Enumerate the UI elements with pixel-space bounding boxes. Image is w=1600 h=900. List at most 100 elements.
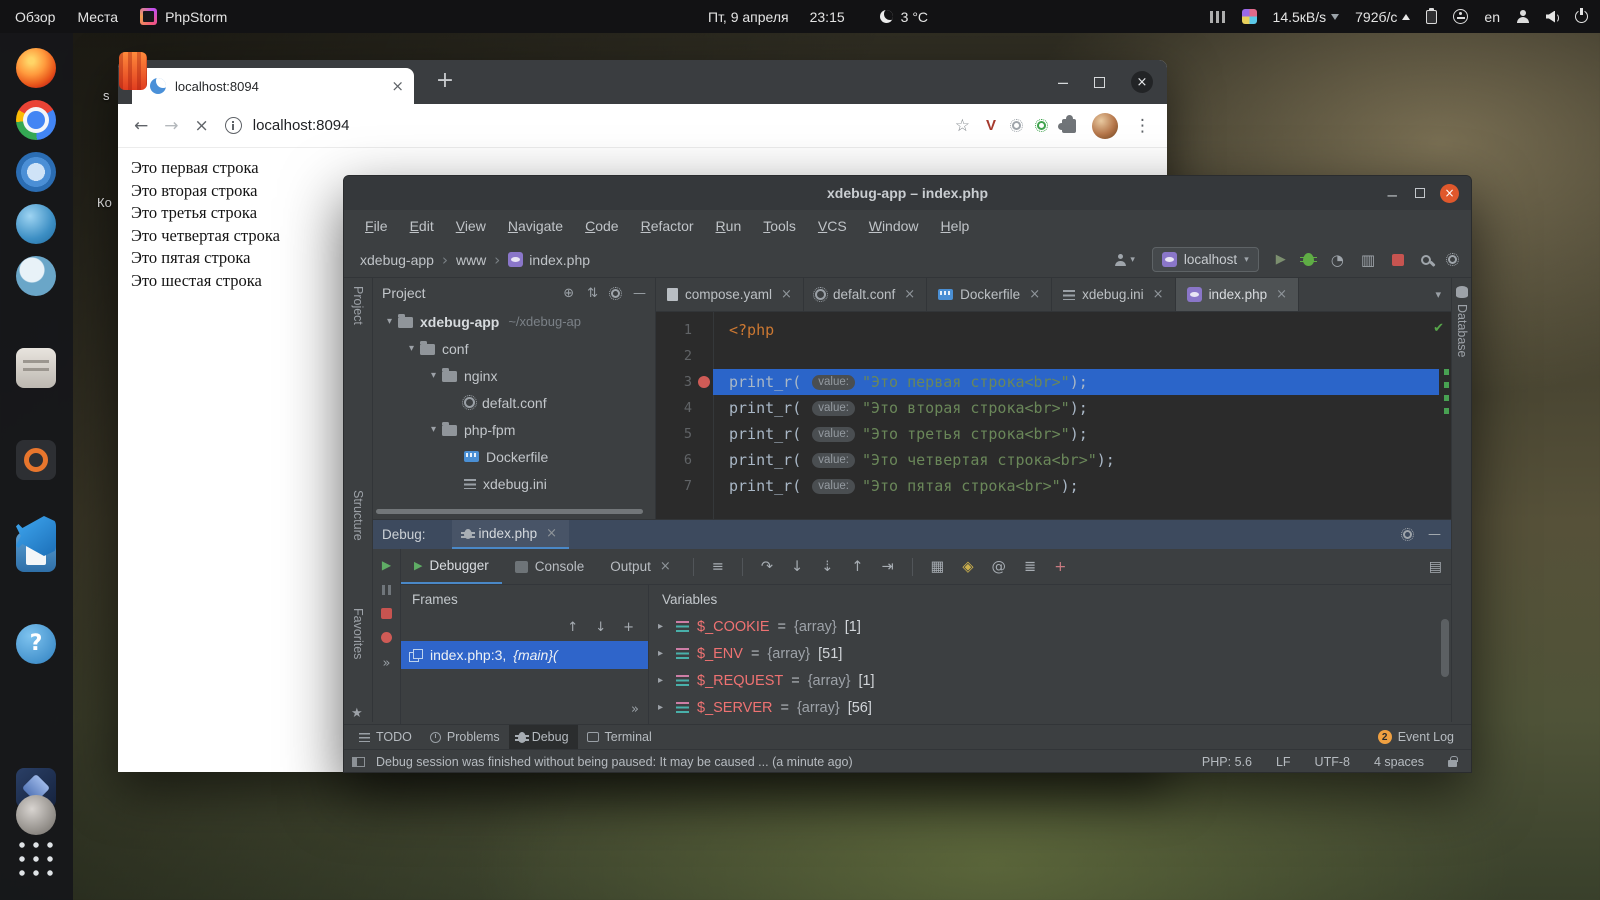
editor-tab-defalt.conf[interactable]: defalt.conf× xyxy=(804,278,927,311)
menu-item-edit[interactable]: Edit xyxy=(399,218,445,234)
expand-collapse-icon[interactable]: ⇅ xyxy=(587,286,598,301)
code-line[interactable]: 1<?php xyxy=(656,317,1451,343)
output-close-icon[interactable]: × xyxy=(660,559,671,574)
stop-session-button[interactable] xyxy=(381,608,392,619)
show-values-icon[interactable]: ≣ xyxy=(1024,559,1036,575)
window-maximize-button[interactable] xyxy=(1094,77,1105,88)
bookmark-star-icon[interactable]: ☆ xyxy=(955,116,970,136)
run-to-cursor-icon[interactable]: ⇥ xyxy=(882,559,894,575)
menu-item-view[interactable]: View xyxy=(445,218,497,234)
menu-item-vcs[interactable]: VCS xyxy=(807,218,858,234)
chrome-icon[interactable] xyxy=(16,100,56,140)
ide-title-bar[interactable]: xdebug-app – index.php – × xyxy=(344,176,1471,210)
variable-row[interactable]: ▸$_ENV={array}[51] xyxy=(649,640,1439,667)
pause-button[interactable] xyxy=(382,585,391,595)
extension-gear-icon[interactable] xyxy=(1012,121,1021,130)
clipboard-icon[interactable] xyxy=(1426,10,1437,24)
menu-item-window[interactable]: Window xyxy=(858,218,930,234)
indent-widget[interactable]: 4 spaces xyxy=(1374,755,1424,769)
breadcrumb-item[interactable]: www xyxy=(456,252,486,268)
user-icon[interactable] xyxy=(1516,10,1530,23)
breadcrumb-item[interactable]: index.php xyxy=(529,252,590,268)
tab-close-icon[interactable]: × xyxy=(391,77,404,95)
toolwindow-terminal-button[interactable]: Terminal xyxy=(578,725,661,749)
toolwindow-problems-button[interactable]: Problems xyxy=(421,725,509,749)
project-tree-item[interactable]: Dockerfile xyxy=(373,443,655,470)
force-step-into-icon[interactable]: ⇣ xyxy=(821,559,833,575)
user-profile-icon[interactable]: ▾ xyxy=(1114,254,1135,266)
toolwindow-structure-button[interactable]: Structure xyxy=(351,490,365,541)
menu-item-run[interactable]: Run xyxy=(705,218,753,234)
variable-row[interactable]: ▸$_REQUEST={array}[1] xyxy=(649,667,1439,694)
search-everywhere-icon[interactable] xyxy=(1421,255,1431,265)
menu-item-navigate[interactable]: Navigate xyxy=(497,218,574,234)
next-frame-icon[interactable]: ↓ xyxy=(595,620,606,635)
coverage-button[interactable]: ◔ xyxy=(1331,251,1344,269)
expanded-chevron-icon[interactable]: ▾ xyxy=(425,370,442,381)
extensions-puzzle-icon[interactable] xyxy=(1062,119,1076,133)
system-monitor-icon[interactable] xyxy=(1210,11,1226,23)
editor-tab-compose.yaml[interactable]: compose.yaml× xyxy=(656,278,804,311)
editor-body[interactable]: 1<?php23print_r( value:"Это первая строк… xyxy=(656,312,1451,519)
stop-loading-button[interactable]: × xyxy=(195,116,209,136)
extension-green-icon[interactable] xyxy=(1037,121,1046,130)
encoding-widget[interactable]: UTF-8 xyxy=(1315,755,1350,769)
collapse-chevron-icon[interactable]: ▸ xyxy=(658,621,668,632)
view-breakpoints-button[interactable] xyxy=(381,632,392,643)
project-tree-item[interactable]: xdebug.ini xyxy=(373,470,655,497)
code-line[interactable]: 5print_r( value:"Это третья строка<br>")… xyxy=(656,421,1451,447)
browser-menu-icon[interactable]: ⋮ xyxy=(1134,116,1151,136)
profile-avatar[interactable] xyxy=(1092,113,1118,139)
variables-scrollbar[interactable] xyxy=(1441,619,1449,677)
collapse-chevron-icon[interactable]: ▸ xyxy=(658,702,668,713)
panel-settings-icon[interactable] xyxy=(611,289,620,298)
menu-item-refactor[interactable]: Refactor xyxy=(630,218,705,234)
code-line[interactable]: 4print_r( value:"Это вторая строка<br>")… xyxy=(656,395,1451,421)
collapse-chevron-icon[interactable]: ▸ xyxy=(658,675,668,686)
lock-icon[interactable] xyxy=(1448,760,1457,767)
code-line[interactable]: 6print_r( value:"Это четвертая строка<br… xyxy=(656,447,1451,473)
activities-button[interactable]: Обзор xyxy=(4,0,66,33)
status-message[interactable]: Debug session was finished without being… xyxy=(376,755,853,769)
mark-object-icon[interactable]: @ xyxy=(992,559,1007,575)
forward-button[interactable]: → xyxy=(164,116,178,136)
focused-app-menu[interactable]: PhpStorm xyxy=(129,0,238,33)
step-over-icon[interactable]: ↷ xyxy=(761,559,773,575)
debug-button[interactable] xyxy=(1303,253,1314,266)
debug-session-tab[interactable]: index.php × xyxy=(452,520,569,549)
project-tree-item[interactable]: defalt.conf xyxy=(373,389,655,416)
app-grid-icon[interactable] xyxy=(16,839,56,879)
hidden-tabs-dropdown-icon[interactable]: ▾ xyxy=(1425,288,1451,301)
debug-hide-icon[interactable]: — xyxy=(1428,527,1441,542)
layout-settings-icon[interactable]: ▤ xyxy=(1429,559,1442,575)
evaluate-expression-icon[interactable]: ▦ xyxy=(931,559,945,575)
code-line[interactable]: 7print_r( value:"Это пятая строка<br>"); xyxy=(656,473,1451,499)
editor-tab-xdebug.ini[interactable]: xdebug.ini× xyxy=(1052,278,1175,311)
editor-tab-index.php[interactable]: index.php× xyxy=(1176,278,1299,311)
debugger-tab[interactable]: ▶ Debugger xyxy=(401,549,502,584)
load-indicator-icon[interactable] xyxy=(1242,9,1257,24)
session-close-icon[interactable]: × xyxy=(546,526,557,541)
network-speed-down[interactable]: 14.5кВ/s xyxy=(1273,9,1340,25)
desktop-shortcut-icon[interactable] xyxy=(119,52,147,90)
tab-close-icon[interactable]: × xyxy=(1276,287,1287,302)
console-tab[interactable]: Console xyxy=(502,549,598,584)
tab-close-icon[interactable]: × xyxy=(904,287,915,302)
power-icon[interactable] xyxy=(1575,10,1588,23)
firefox-icon[interactable] xyxy=(16,48,56,88)
ide-maximize-button[interactable] xyxy=(1415,188,1425,198)
variable-row[interactable]: ▸$_SERVER={array}[56] xyxy=(649,694,1439,721)
stop-button[interactable] xyxy=(1392,254,1404,266)
extension-v-icon[interactable]: V xyxy=(986,117,996,134)
menu-item-code[interactable]: Code xyxy=(574,218,629,234)
add-icon[interactable]: + xyxy=(623,620,634,635)
stack-frame-row[interactable]: index.php:3, {main}( xyxy=(401,641,648,669)
toolwindow-todo-button[interactable]: TODO xyxy=(350,725,421,749)
more-actions-icon[interactable]: » xyxy=(383,656,391,671)
tab-close-icon[interactable]: × xyxy=(1153,287,1164,302)
new-tab-button[interactable]: + xyxy=(430,67,460,97)
weather-indicator[interactable]: 3 °C xyxy=(880,9,928,25)
expanded-chevron-icon[interactable]: ▾ xyxy=(403,343,420,354)
expanded-chevron-icon[interactable]: ▾ xyxy=(381,316,398,327)
accessibility-icon[interactable] xyxy=(1453,9,1468,24)
